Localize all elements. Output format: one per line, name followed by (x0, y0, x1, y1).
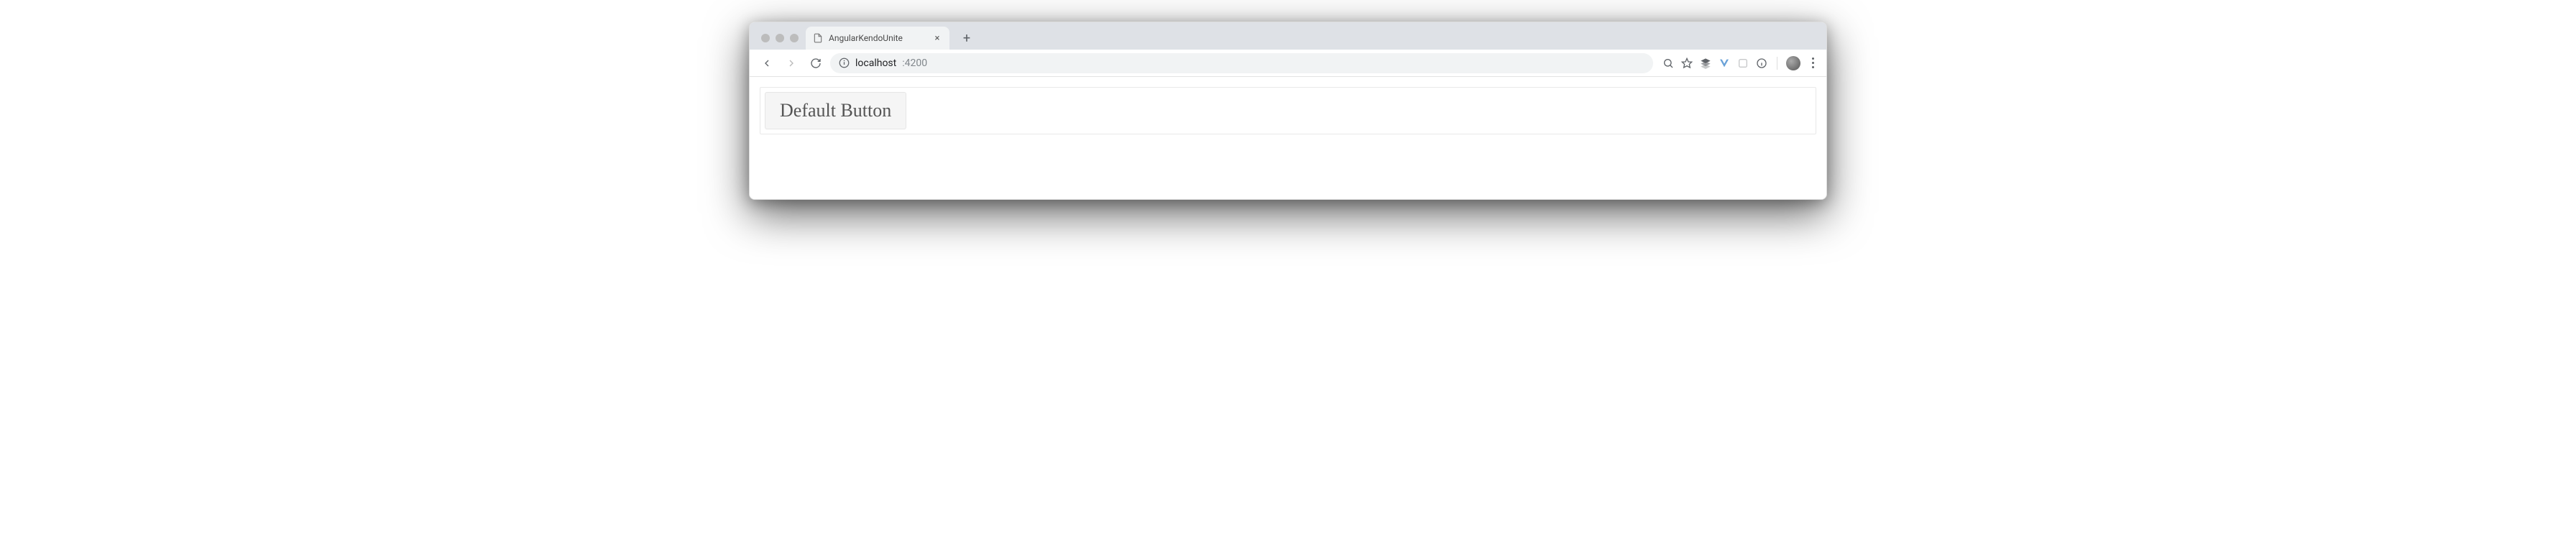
tab-strip: AngularKendoUnite × + (750, 22, 1826, 50)
arrow-right-icon (786, 58, 797, 69)
default-button[interactable]: Default Button (765, 92, 906, 129)
browser-window: AngularKendoUnite × + localhost :4200 (749, 22, 1827, 200)
address-bar[interactable]: localhost :4200 (830, 53, 1653, 73)
page-content: Default Button (750, 77, 1826, 199)
browser-menu-button[interactable] (1806, 58, 1819, 68)
maximize-window-icon[interactable] (790, 34, 799, 42)
forward-button[interactable] (781, 53, 801, 73)
extension-buffer-icon[interactable] (1699, 57, 1712, 70)
new-tab-button[interactable]: + (957, 28, 977, 48)
bookmark-star-icon[interactable] (1680, 57, 1693, 70)
profile-avatar[interactable] (1786, 56, 1800, 70)
extension-vue-icon[interactable] (1718, 57, 1731, 70)
reload-button[interactable] (806, 53, 826, 73)
minimize-window-icon[interactable] (776, 34, 784, 42)
close-window-icon[interactable] (761, 34, 770, 42)
extension-generic-icon[interactable] (1736, 57, 1749, 70)
extension-info-icon[interactable] (1755, 57, 1768, 70)
close-tab-icon[interactable]: × (932, 33, 942, 43)
browser-tab[interactable]: AngularKendoUnite × (806, 27, 949, 50)
content-panel: Default Button (760, 87, 1816, 134)
reload-icon (810, 58, 822, 69)
window-controls (757, 34, 806, 50)
toolbar-right (1657, 56, 1819, 70)
address-port: :4200 (902, 58, 927, 69)
site-info-icon[interactable] (839, 58, 850, 68)
tab-title: AngularKendoUnite (829, 33, 926, 43)
back-button[interactable] (757, 53, 777, 73)
address-host: localhost (855, 58, 896, 69)
toolbar: localhost :4200 (750, 50, 1826, 77)
arrow-left-icon (761, 58, 773, 69)
zoom-icon[interactable] (1662, 57, 1675, 70)
page-icon (813, 33, 823, 43)
